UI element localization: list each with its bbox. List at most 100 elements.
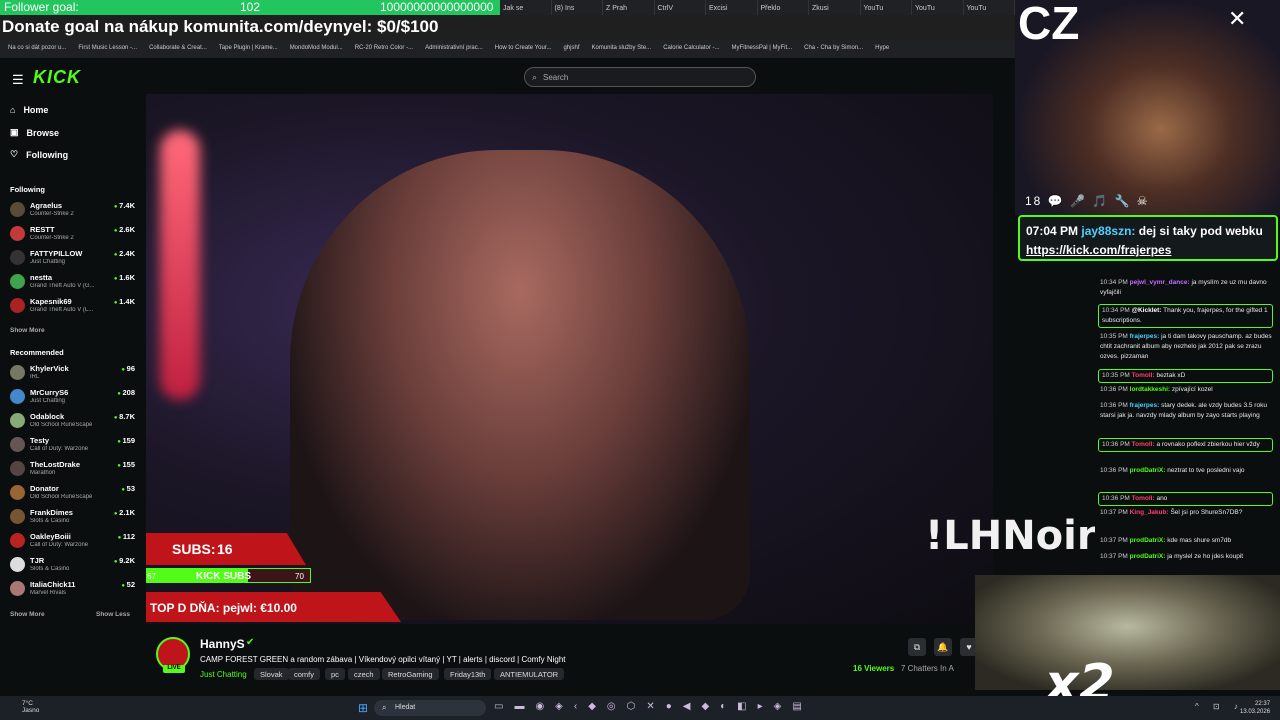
- show-more-following[interactable]: Show More: [10, 327, 45, 334]
- chat-username[interactable]: frajerpes:: [1130, 333, 1160, 340]
- chat-text: ja myslel ze ho jdes koupit: [1167, 553, 1244, 560]
- system-tray-icons[interactable]: ^ ⊡ ♪: [1195, 702, 1244, 711]
- chat-message: 10:36 PM lordtakkeshi: zpívající kozel: [1100, 385, 1272, 395]
- chat-text: kde mas shure sm7db: [1167, 537, 1232, 544]
- channel-name: MrCurryS6: [30, 388, 69, 397]
- chat-username[interactable]: Tomoll:: [1132, 495, 1155, 502]
- stream-category[interactable]: Just Chatting: [200, 670, 247, 679]
- show-less-recommended[interactable]: Show Less: [96, 611, 130, 618]
- streamer-name[interactable]: HannyS: [200, 637, 245, 651]
- stream-tag[interactable]: comfy: [288, 668, 321, 680]
- nav-following[interactable]: ♡ Following: [10, 149, 68, 160]
- stream-tag[interactable]: Friday13th: [444, 668, 492, 680]
- chat-username[interactable]: pejwl_vymr_dance:: [1130, 279, 1190, 286]
- avatar: [10, 485, 25, 500]
- follower-count: 102: [240, 0, 261, 14]
- channel-item[interactable]: nesttaGrand Theft Auto V (G... 1.6K: [10, 271, 135, 295]
- home-icon: ⌂: [10, 105, 16, 115]
- channel-item[interactable]: MrCurryS6Just Chatting 208: [10, 386, 135, 410]
- stream-tag[interactable]: pc: [325, 668, 345, 680]
- chat-text: beztak xD: [1156, 372, 1186, 379]
- bookmark[interactable]: MyFitnessPal | MyFit...: [732, 45, 793, 58]
- bookmark[interactable]: Collaborate & Creat...: [149, 45, 207, 58]
- taskbar-search[interactable]: ⌕ Hledat: [374, 700, 486, 716]
- decorative-x-icon: ✕: [1228, 6, 1247, 31]
- stream-tag[interactable]: Slovak: [254, 668, 289, 680]
- chat-text: ano: [1156, 495, 1168, 502]
- stream-tag[interactable]: ANTIEMULATOR: [494, 668, 565, 680]
- bookmark[interactable]: Calorie Calculator -...: [663, 45, 719, 58]
- bookmark[interactable]: First Music Lesson -...: [78, 45, 137, 58]
- chat-username[interactable]: Tomoll:: [1132, 372, 1155, 379]
- channel-item[interactable]: Kapesnik69Grand Theft Auto V (L... 1.4K: [10, 295, 135, 319]
- bookmark[interactable]: How to Create Your...: [495, 45, 552, 58]
- channel-item[interactable]: FrankDimesSlots & Casino 2.1K: [10, 506, 135, 530]
- kick-subs-max: 70: [295, 572, 304, 581]
- channel-game: Slots & Casino: [30, 566, 70, 572]
- nav-browse-label: Browse: [26, 127, 60, 138]
- show-more-recommended[interactable]: Show More: [10, 611, 45, 618]
- bookmark[interactable]: Administrativní prac...: [425, 45, 483, 58]
- kick-logo[interactable]: KICK: [33, 67, 81, 88]
- notification-bell-icon[interactable]: 🔔: [934, 638, 952, 656]
- chat-username[interactable]: prodDatriX:: [1130, 467, 1166, 474]
- viewer-count: 159: [117, 436, 135, 445]
- channel-item[interactable]: AgraelusCounter-Strike 2 7.4K: [10, 199, 135, 223]
- chat-message: 10:35 PM frajerpes: ja ti dam takovy pau…: [1100, 332, 1272, 362]
- channel-game: Counter-Strike 2: [30, 211, 74, 217]
- taskbar-clock[interactable]: 22:37 13.03.2026: [1240, 700, 1270, 716]
- chat-username[interactable]: @Kicklet:: [1132, 307, 1162, 314]
- channel-item[interactable]: TheLostDrakeMarathon 155: [10, 458, 135, 482]
- chat-username[interactable]: Tomoll:: [1132, 441, 1155, 448]
- bookmark[interactable]: RC-20 Retro Color -...: [355, 45, 413, 58]
- bookmark[interactable]: Hype: [875, 45, 889, 58]
- channel-item[interactable]: TJRSlots & Casino 9.2K: [10, 554, 135, 578]
- stream-tag[interactable]: RetroGaming: [382, 668, 439, 680]
- chat-message: 10:34 PM @Kicklet: Thank you, frajerpes,…: [1098, 304, 1273, 328]
- windows-start-icon[interactable]: ⊞: [358, 701, 368, 715]
- bookmark[interactable]: Komunita služby Ste...: [591, 45, 651, 58]
- pinned-user[interactable]: jay88szn:: [1081, 224, 1135, 238]
- nav-home[interactable]: ⌂ Home: [10, 105, 48, 115]
- viewer-count: 8.7K: [114, 412, 135, 421]
- chat-time: 10:37 PM: [1100, 537, 1128, 544]
- channel-item[interactable]: OdablockOld School RuneScape 8.7K: [10, 410, 135, 434]
- nav-following-label: Following: [26, 149, 69, 160]
- nav-browse[interactable]: ▣ Browse: [10, 127, 59, 138]
- search-input[interactable]: ⌕ Search: [524, 67, 756, 87]
- channel-game: Counter-Strike 2: [30, 235, 74, 241]
- taskbar-app-icons[interactable]: ▭▬◉◈‹◆◎⬡✕●◀◆◐◧▸◈▤: [494, 701, 813, 712]
- bookmark[interactable]: ghjshf: [563, 45, 579, 58]
- channel-item[interactable]: FATTYPILLOWJust Chatting 2.4K: [10, 247, 135, 271]
- chat-username[interactable]: prodDatriX:: [1130, 537, 1166, 544]
- channel-item[interactable]: DonatorOld School RuneScape 53: [10, 482, 135, 506]
- chat-message: 10:35 PM Tomoll: beztak xD: [1098, 369, 1273, 383]
- channel-item[interactable]: ItaliaChick11Marvel Rivals 52: [10, 578, 135, 602]
- bookmark[interactable]: Na co si dát pozor u...: [8, 45, 66, 58]
- pinned-link[interactable]: https://kick.com/frajerpes: [1026, 243, 1171, 257]
- chat-message: 10:37 PM King_Jakub: Šel jsi pro ShureSn…: [1100, 508, 1272, 518]
- chat-time: 10:34 PM: [1102, 307, 1130, 314]
- bookmark[interactable]: Tape Plugin | Krame...: [219, 45, 278, 58]
- theater-mode-button[interactable]: ⧉: [908, 638, 926, 656]
- chat-username[interactable]: King_Jakub:: [1130, 509, 1169, 516]
- weather-widget[interactable]: 7°C Jasno: [22, 700, 39, 714]
- channel-item[interactable]: RESTTCounter-Strike 2 2.6K: [10, 223, 135, 247]
- stream-tag[interactable]: czech: [348, 668, 380, 680]
- chat-message: 10:36 PM Tomoll: a rovnako pofleхl zbier…: [1098, 438, 1273, 452]
- chat-username[interactable]: prodDatriX:: [1130, 553, 1166, 560]
- bookmark[interactable]: Cha - Cha by Simon...: [804, 45, 863, 58]
- channel-item[interactable]: OakleyBoiiiCall of Duty: Warzone 112: [10, 530, 135, 554]
- channel-item[interactable]: TestyCall of Duty: Warzone 159: [10, 434, 135, 458]
- chat-username[interactable]: lordtakkeshi:: [1130, 386, 1170, 393]
- channel-item[interactable]: KhylerVickIRL 96: [10, 362, 135, 386]
- donate-goal-text: Donate goal na nákup komunita.com/deynye…: [0, 15, 1015, 40]
- viewer-count: 53: [121, 484, 135, 493]
- chat-username[interactable]: frajerpes:: [1130, 402, 1160, 409]
- avatar: [10, 437, 25, 452]
- nav-home-label: Home: [23, 105, 49, 115]
- viewer-count: 1.6K: [114, 273, 135, 282]
- bookmark[interactable]: MondoMod Modul...: [290, 45, 343, 58]
- hamburger-menu-icon[interactable]: ☰: [12, 72, 24, 88]
- avatar: [10, 365, 25, 380]
